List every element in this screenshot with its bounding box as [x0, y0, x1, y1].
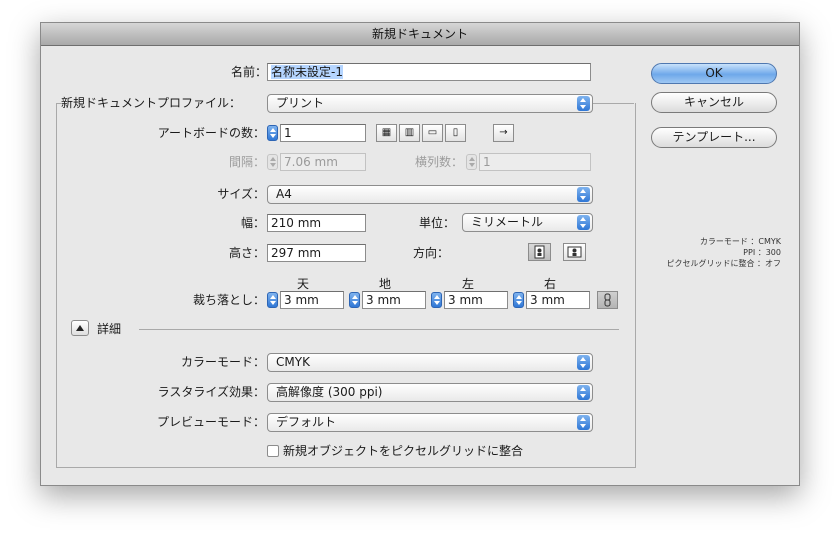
columns-field: 1: [479, 153, 591, 171]
popup-arrows-icon: [577, 96, 590, 111]
preview-mode-popup[interactable]: デフォルト: [267, 413, 593, 432]
width-label: 幅：: [240, 216, 265, 230]
ok-button[interactable]: OK: [651, 63, 777, 84]
units-value: ミリメートル: [471, 215, 544, 229]
summary-pixel-grid: ピクセルグリッドに整合 ：オフ: [666, 259, 781, 268]
summary-ppi: PPI ：300: [743, 248, 781, 257]
arrange-by-row-icon[interactable]: ▭: [422, 124, 443, 142]
preview-mode-label: プレビューモード：: [156, 415, 265, 429]
color-mode-value: CMYK: [276, 355, 310, 369]
align-pixel-grid-checkbox[interactable]: [267, 445, 279, 457]
units-label: 単位：: [418, 216, 455, 230]
preview-mode-value: デフォルト: [276, 415, 337, 429]
profile-popup[interactable]: プリント: [267, 94, 593, 113]
size-popup[interactable]: A4: [267, 185, 593, 204]
popup-arrows-icon: [577, 187, 590, 202]
spacing-label: 間隔：: [228, 155, 265, 169]
height-field[interactable]: 297 mm: [267, 244, 366, 262]
columns-label: 横列数：: [414, 155, 463, 169]
advanced-divider: [139, 329, 619, 330]
summary-color-mode: カラーモード ：CMYK: [699, 237, 781, 246]
orientation-label: 方向：: [413, 246, 450, 260]
popup-arrows-icon: [577, 415, 590, 430]
name-field[interactable]: 名称未設定-1: [267, 63, 591, 81]
height-label: 高さ：: [228, 246, 265, 260]
name-label: 名前：: [230, 65, 267, 79]
bleed-bottom-stepper[interactable]: [349, 292, 360, 308]
portrait-orientation-icon[interactable]: [528, 243, 551, 261]
cancel-button[interactable]: キャンセル: [651, 92, 777, 113]
link-chain-icon[interactable]: [597, 291, 618, 309]
landscape-orientation-icon[interactable]: [563, 243, 586, 261]
popup-arrows-icon: [577, 385, 590, 400]
bleed-left-field[interactable]: 3 mm: [444, 291, 508, 309]
bleed-bottom-field[interactable]: 3 mm: [362, 291, 426, 309]
raster-effects-value: 高解像度 (300 ppi): [276, 385, 383, 399]
profile-value: プリント: [276, 96, 325, 110]
raster-effects-popup[interactable]: 高解像度 (300 ppi): [267, 383, 593, 402]
grid-by-row-icon[interactable]: ▦: [376, 124, 397, 142]
artboards-field[interactable]: 1: [280, 124, 366, 142]
bleed-top-stepper[interactable]: [267, 292, 278, 308]
bleed-label: 裁ち落とし：: [192, 293, 265, 307]
bleed-right-stepper[interactable]: [513, 292, 524, 308]
dialog-title: 新規ドキュメント: [41, 23, 799, 46]
columns-stepper: [466, 154, 477, 170]
popup-arrows-icon: [577, 355, 590, 370]
arrange-by-column-icon[interactable]: ▯: [445, 124, 466, 142]
grid-by-column-icon[interactable]: ▥: [399, 124, 420, 142]
name-field-value: 名称未設定-1: [271, 65, 343, 79]
size-label: サイズ：: [217, 187, 265, 201]
bleed-left-stepper[interactable]: [431, 292, 442, 308]
align-pixel-grid-label: 新規オブジェクトをピクセルグリッドに整合: [283, 444, 524, 458]
raster-effects-label: ラスタライズ効果：: [157, 385, 265, 399]
bleed-right-field[interactable]: 3 mm: [526, 291, 590, 309]
artboards-label: アートボードの数：: [157, 126, 265, 140]
profile-label: 新規ドキュメントプロファイル：: [61, 94, 267, 112]
bleed-top-field[interactable]: 3 mm: [280, 291, 344, 309]
spacing-field: 7.06 mm: [280, 153, 366, 171]
units-popup[interactable]: ミリメートル: [462, 213, 593, 232]
artboards-stepper[interactable]: [267, 125, 278, 141]
new-document-dialog: 新規ドキュメント 名前： 名称未設定-1 新規ドキュメントプロファイル： プリン…: [40, 22, 800, 486]
spacing-stepper: [267, 154, 278, 170]
popup-arrows-icon: [577, 215, 590, 230]
color-mode-label: カラーモード：: [180, 355, 265, 369]
width-field[interactable]: 210 mm: [267, 214, 366, 232]
right-to-left-layout-icon[interactable]: →: [493, 124, 514, 142]
color-mode-popup[interactable]: CMYK: [267, 353, 593, 372]
advanced-disclosure-toggle[interactable]: [71, 320, 89, 336]
templates-button[interactable]: テンプレート...: [651, 127, 777, 148]
advanced-label: 詳細: [97, 322, 122, 336]
size-value: A4: [276, 187, 292, 201]
